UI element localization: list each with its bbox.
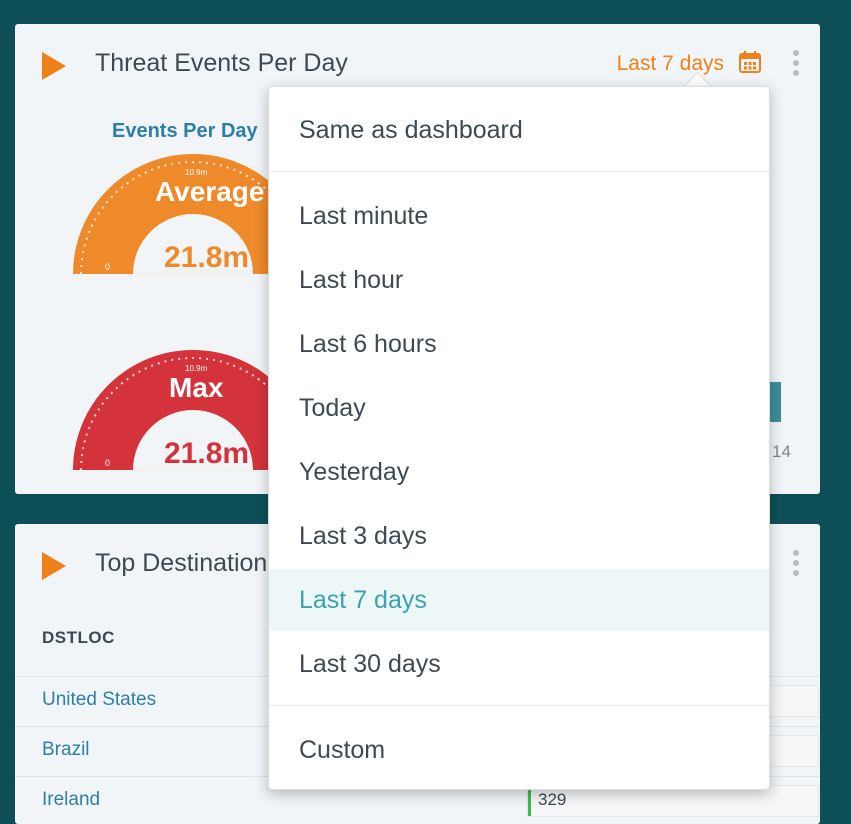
play-icon[interactable] [42, 52, 66, 80]
max-gauge-value: 21.8m [164, 437, 250, 470]
average-gauge-value: 21.8m [164, 241, 250, 274]
column-header-dstloc[interactable]: DSTLOC [42, 628, 115, 648]
menu-item-last-3-days[interactable]: Last 3 days [269, 505, 769, 567]
menu-item-last-7-days[interactable]: Last 7 days [269, 569, 769, 631]
menu-divider [269, 705, 769, 706]
max-gauge-label: Max [169, 372, 224, 403]
row-country[interactable]: Ireland [42, 789, 100, 811]
calendar-icon[interactable] [738, 50, 762, 74]
menu-item-same-as-dashboard[interactable]: Same as dashboard [269, 99, 769, 161]
gauges-title: Events Per Day [112, 120, 258, 142]
menu-item-last-6-hours[interactable]: Last 6 hours [269, 313, 769, 375]
row-bar-fill [528, 786, 531, 816]
row-country[interactable]: Brazil [42, 739, 90, 761]
menu-item-last-minute[interactable]: Last minute [269, 185, 769, 247]
time-range-link[interactable]: Last 7 days [617, 52, 724, 76]
average-gauge-label: Average [155, 176, 265, 207]
menu-item-last-30-days[interactable]: Last 30 days [269, 633, 769, 695]
row-country[interactable]: United States [42, 689, 156, 711]
panel-title: Top Destinations [95, 549, 280, 577]
panel-title: Threat Events Per Day [95, 49, 348, 77]
row-value: 329 [538, 790, 567, 809]
average-gauge-min: 0 [105, 262, 111, 272]
menu-item-today[interactable]: Today [269, 377, 769, 439]
more-options-icon[interactable] [792, 50, 800, 80]
menu-item-yesterday[interactable]: Yesterday [269, 441, 769, 503]
more-options-icon[interactable] [792, 550, 800, 580]
play-icon[interactable] [42, 552, 66, 580]
max-gauge-min: 0 [105, 458, 111, 468]
menu-item-last-hour[interactable]: Last hour [269, 249, 769, 311]
menu-item-custom[interactable]: Custom [269, 719, 769, 781]
time-range-dropdown: Same as dashboard Last minute Last hour … [268, 86, 770, 790]
menu-divider [269, 171, 769, 172]
axis-tick-label: 14 [772, 442, 791, 461]
